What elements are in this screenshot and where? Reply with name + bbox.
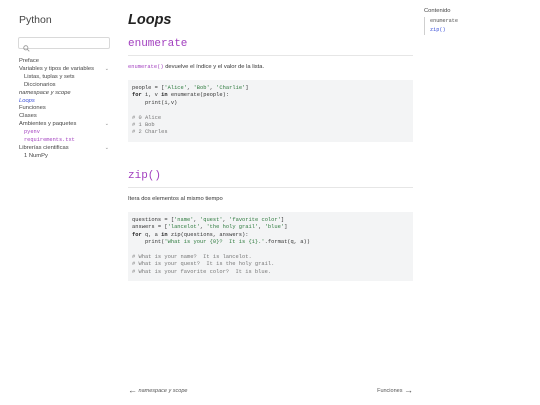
chevron-down-icon[interactable]: ⌄ — [105, 66, 109, 74]
section-heading-zip: zip() — [128, 170, 162, 182]
sidebar-nav: Preface Variables y tipos de variables ⌄ Li… — [19, 58, 115, 161]
sidebar-item[interactable]: namespace y scope — [19, 90, 115, 98]
code-block-zip: questions = ['name', 'quest', 'favorite … — [128, 212, 413, 282]
sidebar-item[interactable]: Variables y tipos de variables ⌄ — [19, 66, 115, 74]
section-divider — [128, 55, 413, 56]
sidebar-item-label: requirements.txt — [24, 137, 75, 144]
paragraph-text: devuelve el índice y el valor de la list… — [163, 64, 265, 70]
sidebar-item[interactable]: Clases — [19, 113, 115, 121]
sidebar-item-label: Funciones — [19, 105, 46, 112]
toc-title: Contenido — [424, 8, 451, 14]
table-of-contents: Contenido enumerate zip() — [424, 7, 534, 35]
sidebar-item-label: Ambientes y paquetes — [19, 121, 77, 128]
sidebar-item[interactable]: Preface — [19, 58, 115, 66]
search-input[interactable] — [18, 37, 110, 52]
next-page-link[interactable]: Funciones → — [377, 385, 413, 395]
sidebar-item[interactable]: Listas, tuplas y sets — [19, 74, 115, 82]
main-content: Loops enumerate enumerate() devuelve el … — [128, 0, 413, 405]
sidebar-item[interactable]: 1 NumPy — [19, 153, 115, 161]
section-divider — [128, 187, 413, 188]
sidebar-item-label: Variables y tipos de variables — [19, 65, 94, 72]
section-paragraph: Itera dos elementos al mismo tiempo — [128, 196, 223, 202]
sidebar-item[interactable]: pyenv — [19, 129, 115, 137]
sidebar-item[interactable]: Diccionarios — [19, 82, 115, 90]
sidebar-item-label: namespace y scope — [19, 89, 71, 96]
chevron-down-icon[interactable]: ⌄ — [105, 145, 109, 153]
sidebar-item[interactable]: requirements.txt — [19, 137, 115, 145]
arrow-left-icon: ← — [128, 385, 137, 395]
toc-link[interactable]: enumerate — [430, 17, 534, 26]
site-brand[interactable]: Python — [19, 14, 52, 26]
sidebar: Python Preface Variables y tipos de varia… — [0, 0, 118, 405]
sidebar-item-label: Preface — [19, 58, 39, 64]
sidebar-item[interactable]: Librerías cientificas ⌄ — [19, 145, 115, 153]
code-block-enumerate: people = ['Alice', 'Bob', 'Charlie'] for… — [128, 80, 413, 142]
section-paragraph: enumerate() devuelve el índice y el valo… — [128, 64, 264, 70]
sidebar-item-label: Librerías cientificas — [19, 144, 69, 151]
sidebar-item-label: 1 NumPy — [24, 152, 48, 159]
search-icon — [23, 39, 30, 57]
sidebar-item-label: Diccionarios — [24, 81, 56, 88]
sidebar-item[interactable]: Ambientes y paquetes ⌄ — [19, 121, 115, 129]
chevron-down-icon[interactable]: ⌄ — [105, 121, 109, 129]
section-heading-enumerate: enumerate — [128, 38, 188, 50]
arrow-right-icon: → — [404, 385, 413, 395]
prev-page-link[interactable]: ← namespace y scope — [128, 385, 187, 395]
inline-code: enumerate() — [128, 64, 164, 70]
toc-links: enumerate zip() — [424, 17, 534, 35]
sidebar-item-label: Listas, tuplas y sets — [24, 73, 75, 80]
toc-link[interactable]: zip() — [430, 26, 534, 35]
sidebar-item[interactable]: Loops — [19, 98, 115, 106]
next-page-label: Funciones — [377, 388, 403, 394]
sidebar-item[interactable]: Funciones — [19, 105, 115, 113]
page-title: Loops — [128, 12, 172, 28]
sidebar-item-label: Clases — [19, 113, 37, 120]
sidebar-item-label: Loops — [19, 97, 35, 104]
prev-page-label: namespace y scope — [138, 388, 188, 394]
sidebar-item-label: pyenv — [24, 129, 40, 136]
